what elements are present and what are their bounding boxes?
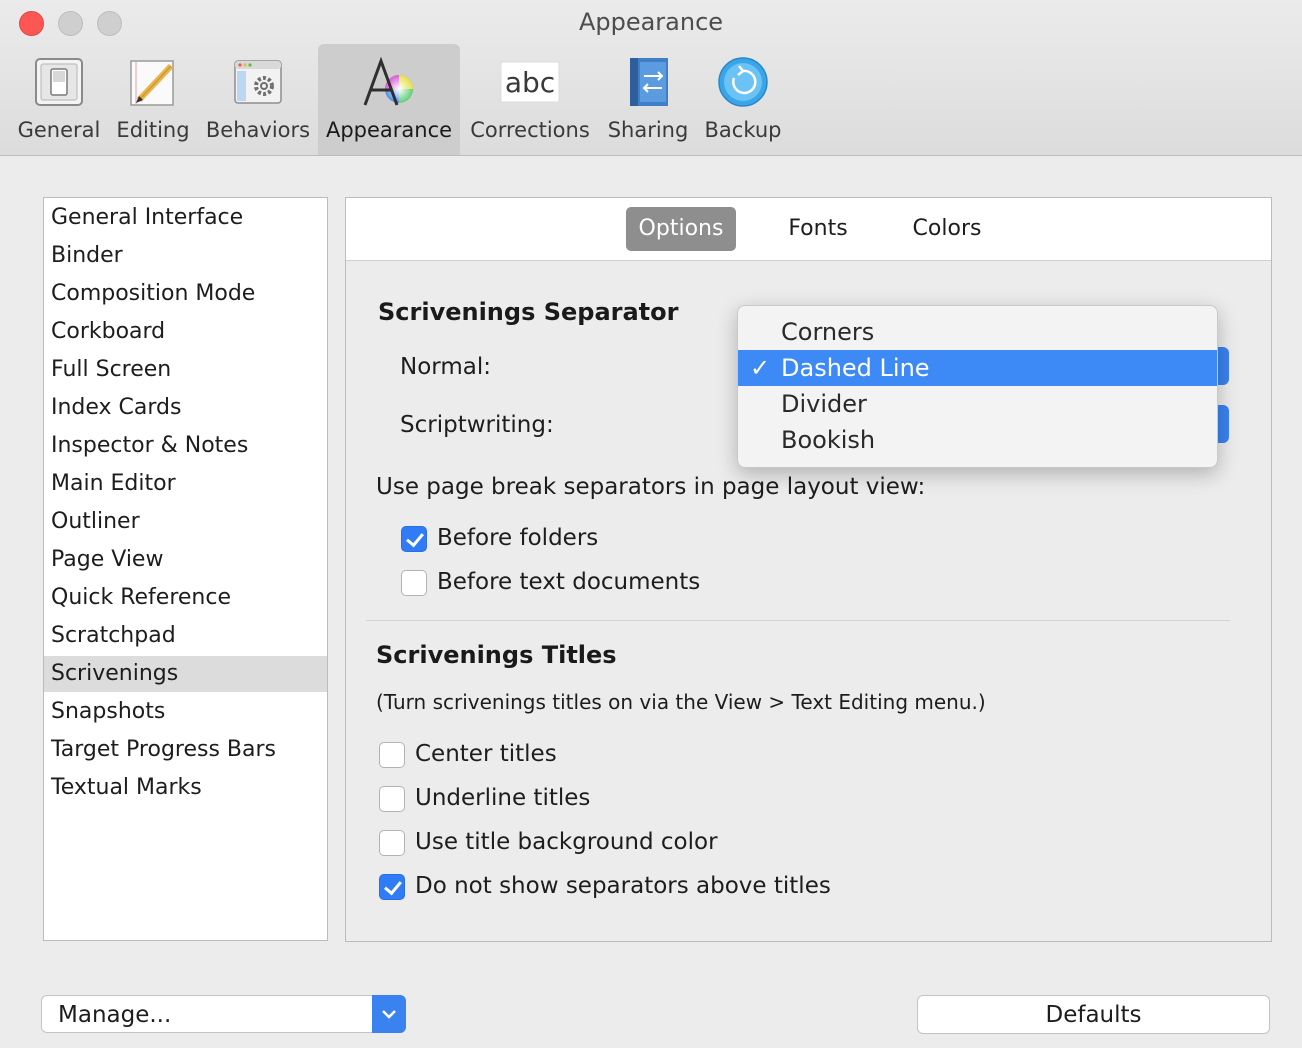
- list-item[interactable]: Corkboard: [44, 314, 327, 350]
- list-item[interactable]: Quick Reference: [44, 580, 327, 616]
- center-titles-label: Center titles: [415, 741, 557, 767]
- editing-pencil-icon: [130, 60, 174, 106]
- window-toolbar: Appearance General Editing Behaviors App…: [0, 0, 1302, 156]
- tab-options[interactable]: Options: [626, 207, 736, 251]
- underline-titles-checkbox[interactable]: [379, 786, 405, 812]
- toolbar-label: Editing: [116, 118, 190, 142]
- svg-text:abc: abc: [505, 66, 555, 99]
- toolbar-sharing[interactable]: Sharing: [602, 44, 694, 155]
- toolbar-behaviors[interactable]: Behaviors: [202, 44, 314, 155]
- list-item[interactable]: Full Screen: [44, 352, 327, 388]
- titles-heading: Scrivenings Titles: [376, 641, 617, 669]
- list-item[interactable]: Textual Marks: [44, 770, 327, 806]
- toolbar-editing[interactable]: Editing: [110, 44, 196, 155]
- no-separators-label: Do not show separators above titles: [415, 873, 831, 899]
- scriptwriting-label: Scriptwriting:: [400, 412, 554, 438]
- menu-item-label: Dashed Line: [781, 354, 930, 382]
- menu-item-divider[interactable]: Divider: [738, 386, 1217, 422]
- list-item[interactable]: Inspector & Notes: [44, 428, 327, 464]
- general-switch-icon: [35, 58, 83, 106]
- menu-item-label: Corners: [781, 318, 875, 346]
- toolbar-appearance[interactable]: Appearance: [318, 44, 460, 155]
- separator-style-menu: Corners ✓ Dashed Line Divider Bookish: [737, 305, 1218, 468]
- normal-label: Normal:: [400, 354, 491, 380]
- window-title: Appearance: [578, 8, 724, 36]
- section-divider: [366, 620, 1230, 621]
- titles-note: (Turn scrivenings titles on via the View…: [376, 690, 986, 714]
- sharing-arrows-icon: [630, 58, 668, 106]
- title-background-checkbox[interactable]: [379, 830, 405, 856]
- underline-titles-label: Underline titles: [415, 785, 591, 811]
- toolbar-backup[interactable]: Backup: [698, 44, 788, 155]
- list-item[interactable]: General Interface: [44, 200, 327, 236]
- tab-colors[interactable]: Colors: [896, 207, 998, 251]
- toolbar-general[interactable]: General: [14, 44, 104, 155]
- list-item[interactable]: Outliner: [44, 504, 327, 540]
- list-item[interactable]: Main Editor: [44, 466, 327, 502]
- list-item[interactable]: Page View: [44, 542, 327, 578]
- no-separators-checkbox[interactable]: [379, 874, 405, 900]
- center-titles-checkbox[interactable]: [379, 742, 405, 768]
- menu-item-label: Divider: [781, 390, 867, 418]
- menu-item-dashed-line[interactable]: ✓ Dashed Line: [738, 350, 1217, 386]
- toolbar-label: General: [17, 118, 101, 142]
- toolbar-label: Backup: [704, 118, 782, 142]
- list-item[interactable]: Binder: [44, 238, 327, 274]
- toolbar-label: Sharing: [607, 118, 689, 142]
- behaviors-gear-icon: [234, 60, 282, 104]
- title-background-label: Use title background color: [415, 829, 718, 855]
- list-item[interactable]: Scratchpad: [44, 618, 327, 654]
- list-item[interactable]: Snapshots: [44, 694, 327, 730]
- menu-item-corners[interactable]: Corners: [738, 314, 1217, 350]
- before-folders-checkbox[interactable]: [401, 526, 427, 552]
- appearance-color-icon: [363, 56, 413, 106]
- list-item[interactable]: Target Progress Bars: [44, 732, 327, 768]
- category-list: General Interface Binder Composition Mod…: [43, 197, 328, 941]
- toolbar-label: Appearance: [325, 118, 453, 142]
- before-text-documents-label: Before text documents: [437, 569, 701, 595]
- toolbar-label: Corrections: [470, 118, 590, 142]
- page-break-label: Use page break separators in page layout…: [376, 474, 926, 500]
- list-item-selected[interactable]: Scrivenings: [44, 656, 327, 692]
- manage-popup-button[interactable]: Manage...: [41, 995, 406, 1033]
- menu-item-label: Bookish: [781, 426, 876, 454]
- menu-item-bookish[interactable]: Bookish: [738, 422, 1217, 458]
- tab-bar: Options Fonts Colors: [346, 198, 1271, 261]
- manage-label: Manage...: [58, 1002, 172, 1028]
- toolbar-label: Behaviors: [205, 118, 311, 142]
- tab-fonts[interactable]: Fonts: [766, 207, 870, 251]
- corrections-abc-icon: abc: [500, 61, 560, 103]
- backup-refresh-icon: [718, 57, 768, 107]
- separator-heading: Scrivenings Separator: [378, 298, 679, 326]
- checkmark-icon: ✓: [750, 354, 771, 382]
- list-item[interactable]: Index Cards: [44, 390, 327, 426]
- toolbar-corrections[interactable]: abc Corrections: [464, 44, 596, 155]
- before-text-documents-checkbox[interactable]: [401, 570, 427, 596]
- before-folders-label: Before folders: [437, 525, 599, 551]
- chevron-down-icon: [372, 995, 406, 1033]
- list-item[interactable]: Composition Mode: [44, 276, 327, 312]
- defaults-button[interactable]: Defaults: [917, 995, 1270, 1034]
